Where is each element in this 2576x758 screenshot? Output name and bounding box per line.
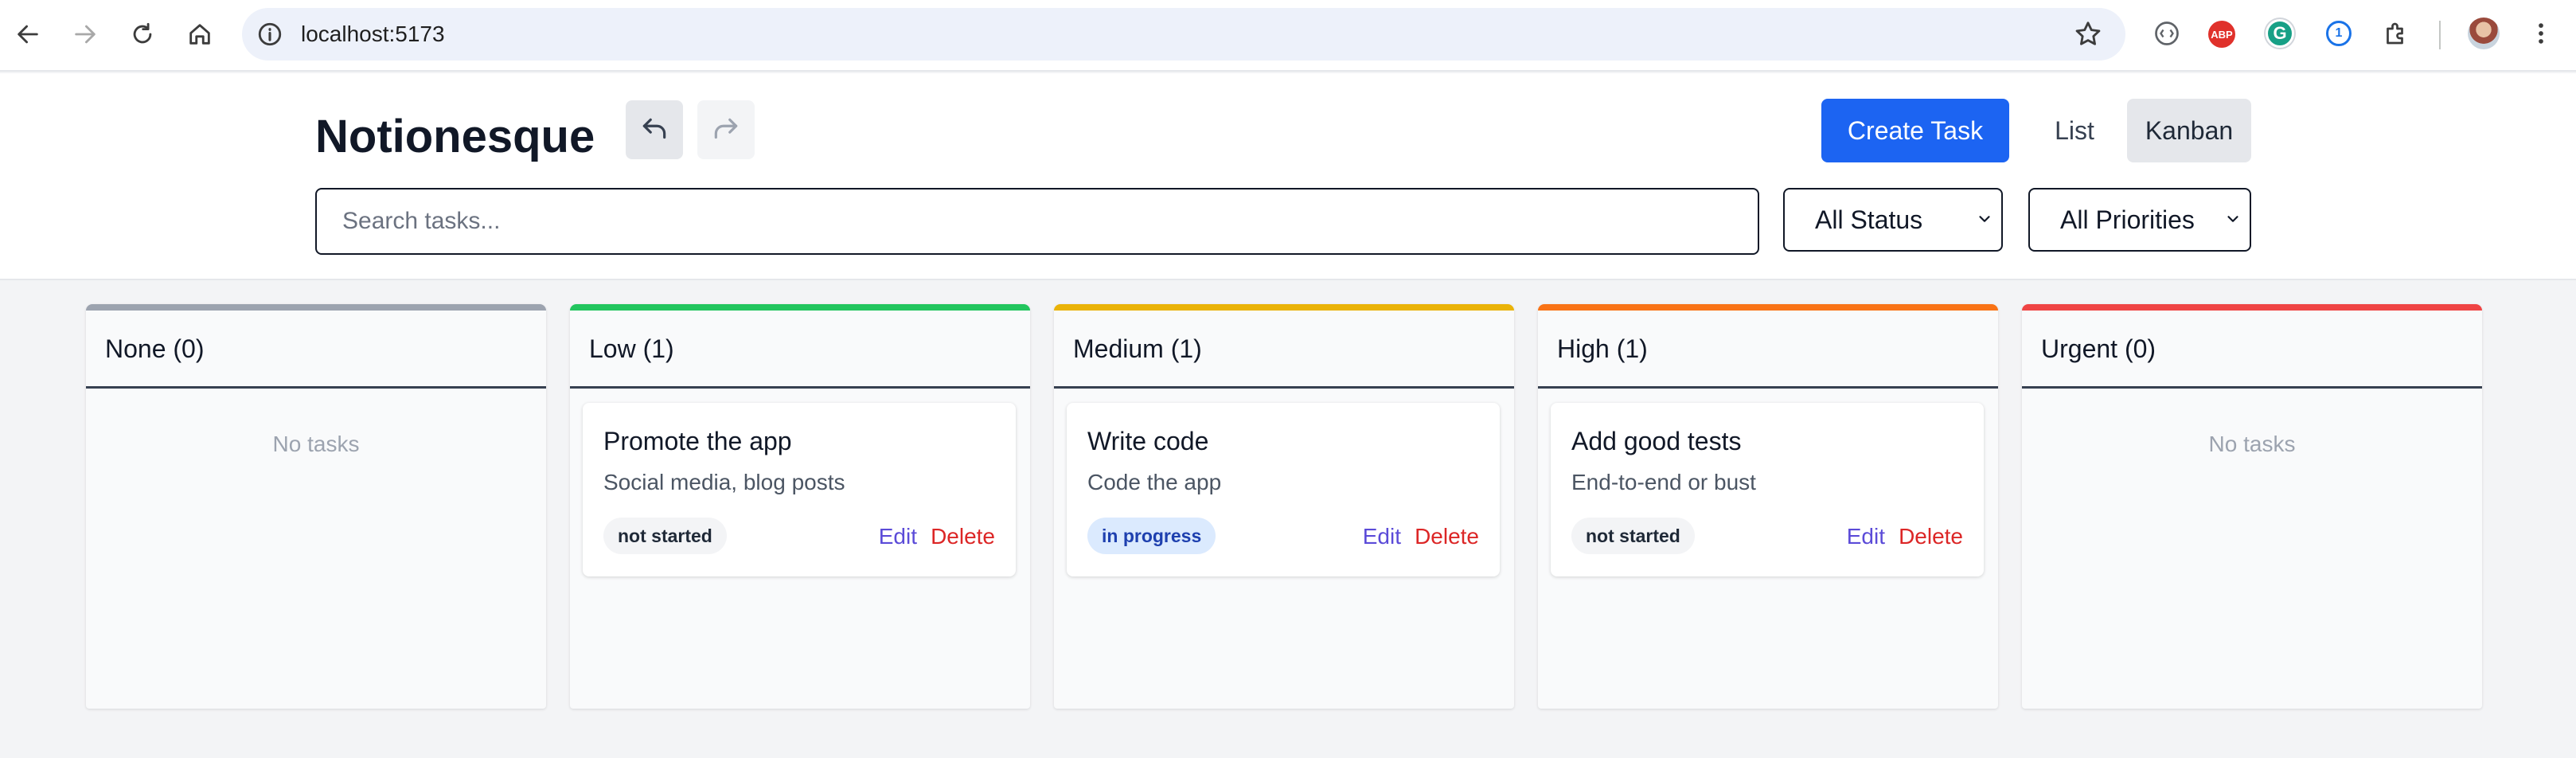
address-bar[interactable]: localhost:5173 [242,8,2125,61]
list-view-button[interactable]: List [2028,99,2121,162]
extension-icon[interactable] [2151,18,2183,49]
task-card[interactable]: Promote the app Social media, blog posts… [583,403,1016,576]
empty-column-message: No tasks [2208,432,2296,456]
column-medium: Medium (1) Write code Code the app in pr… [1054,304,1514,709]
back-icon[interactable] [10,16,46,53]
priority-color-bar [86,304,546,311]
redo-button[interactable] [697,100,755,159]
home-icon[interactable] [181,16,218,53]
browser-toolbar: localhost:5173 ABP G 1 [0,0,2576,72]
undo-icon [642,118,666,139]
status-filter-value: All Status [1815,205,1923,234]
task-card[interactable]: Add good tests End-to-end or bust not st… [1551,403,1984,576]
url-text[interactable]: localhost:5173 [301,8,445,61]
status-badge: not started [1571,518,1695,554]
task-description: Code the app [1087,470,1222,494]
column-urgent: Urgent (0) No tasks [2022,304,2482,709]
column-header: Urgent (0) [2022,311,2482,389]
profile-avatar[interactable] [2468,18,2500,49]
status-badge: in progress [1087,518,1216,554]
forward-icon[interactable] [67,16,103,53]
column-header: Low (1) [570,311,1030,389]
grammarly-icon[interactable]: G [2266,19,2294,48]
priority-filter-value: All Priorities [2060,205,2195,234]
site-info-icon[interactable] [256,21,283,48]
kanban-view-button[interactable]: Kanban [2127,99,2251,162]
delete-task-button[interactable]: Delete [931,524,995,549]
kebab-menu-icon[interactable] [2525,18,2557,49]
column-high: High (1) Add good tests End-to-end or bu… [1538,304,1998,709]
task-title: Add good tests [1571,427,1742,455]
delete-task-button[interactable]: Delete [1899,524,1963,549]
column-none: None (0) No tasks [86,304,546,709]
edit-task-button[interactable]: Edit [1363,524,1401,549]
priority-color-bar [570,304,1030,311]
priority-filter-select[interactable]: All Priorities [2028,188,2251,252]
priority-color-bar [2022,304,2482,311]
status-filter-select[interactable]: All Status [1783,188,2003,252]
column-header: Medium (1) [1054,311,1514,389]
redo-icon [714,118,738,139]
create-task-button[interactable]: Create Task [1821,99,2009,162]
reload-icon[interactable] [124,16,161,53]
column-header: None (0) [86,311,546,389]
status-badge: not started [603,518,727,554]
toolbar-divider [2439,21,2441,49]
page-title: Notionesque [315,111,595,162]
password-manager-icon[interactable]: 1 [2326,21,2352,46]
priority-color-bar [1538,304,1998,311]
puzzle-icon[interactable] [2380,18,2412,49]
empty-column-message: No tasks [272,432,360,456]
task-title: Promote the app [603,427,792,455]
delete-task-button[interactable]: Delete [1415,524,1479,549]
chevron-down-icon [1979,216,1990,222]
column-low: Low (1) Promote the app Social media, bl… [570,304,1030,709]
task-card[interactable]: Write code Code the app in progress Edit… [1067,403,1500,576]
bookmark-star-icon[interactable] [2073,19,2103,49]
priority-color-bar [1054,304,1514,311]
adblock-icon[interactable]: ABP [2208,21,2235,48]
app-header: Notionesque Create Task List Kanban All … [0,73,2576,280]
search-input[interactable] [315,188,1759,255]
column-header: High (1) [1538,311,1998,389]
chevron-down-icon [2227,216,2238,222]
edit-task-button[interactable]: Edit [1847,524,1885,549]
edit-task-button[interactable]: Edit [879,524,917,549]
task-description: Social media, blog posts [603,470,845,494]
undo-button[interactable] [626,100,683,159]
task-title: Write code [1087,427,1209,455]
task-description: End-to-end or bust [1571,470,1756,494]
